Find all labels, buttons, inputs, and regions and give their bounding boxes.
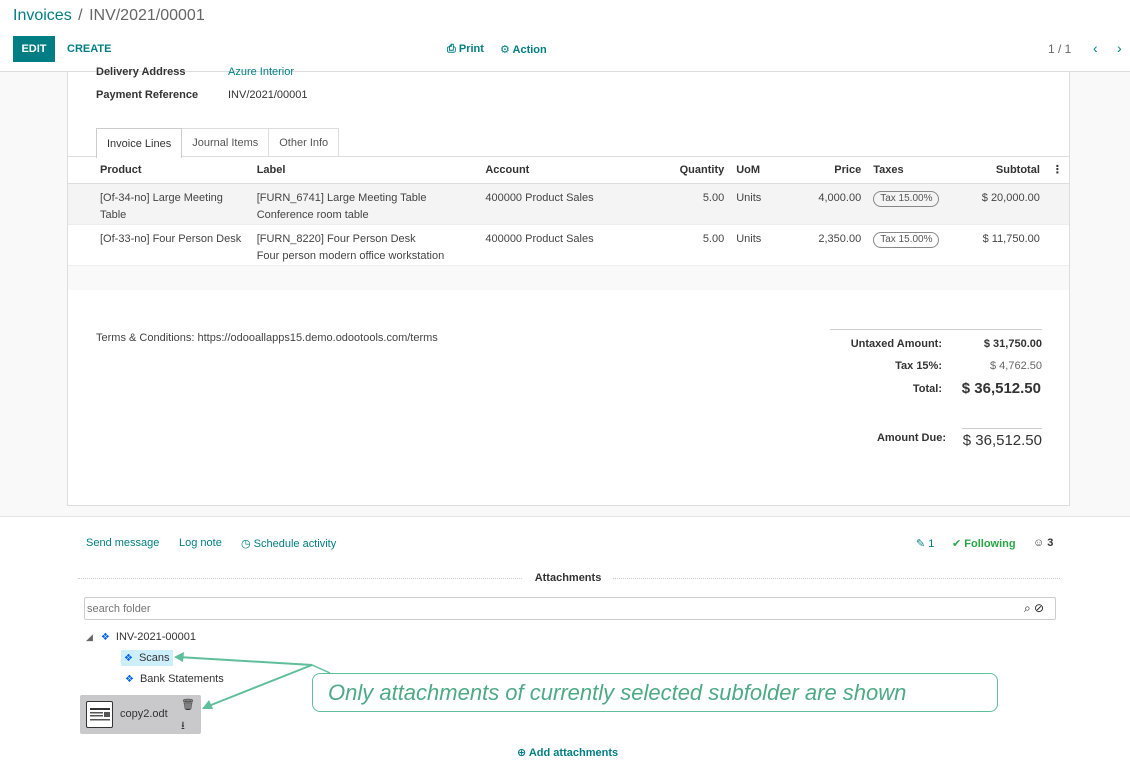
annotation-arrows xyxy=(174,652,331,709)
tab-invoice-lines[interactable]: Invoice Lines xyxy=(96,128,183,158)
arrowhead-scans xyxy=(174,652,184,662)
annotation-callout: Only attachments of currently selected s… xyxy=(312,673,998,712)
arrow-to-file xyxy=(205,664,313,708)
arrow-to-scans xyxy=(177,656,313,666)
